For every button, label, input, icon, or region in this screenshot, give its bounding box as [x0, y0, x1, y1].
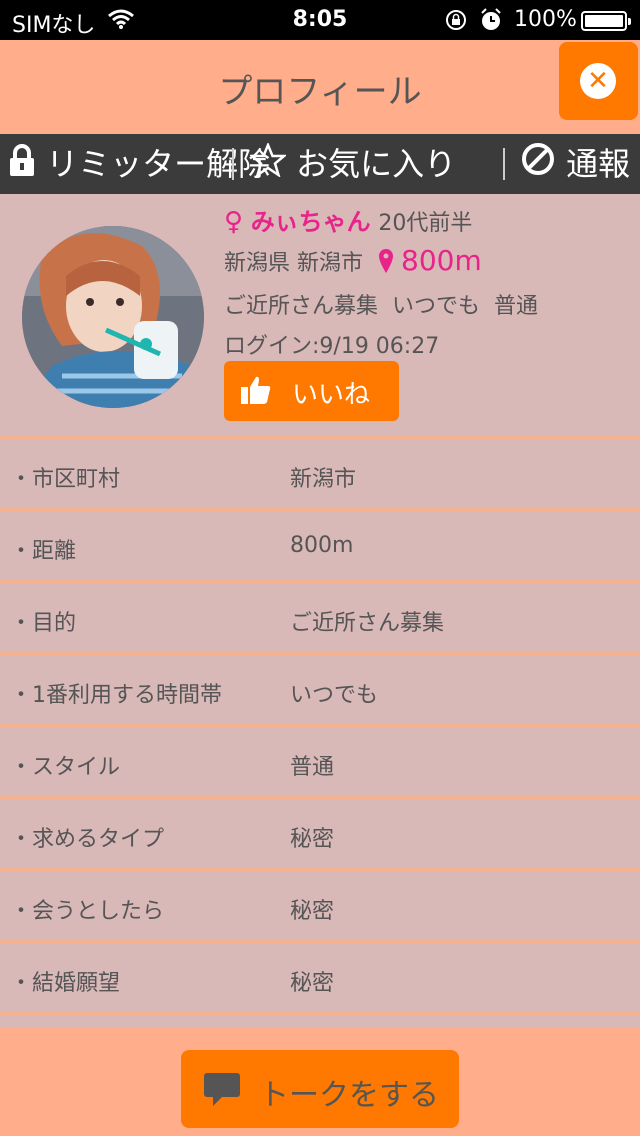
detail-key: ・1番利用する時間帯	[10, 683, 222, 708]
purpose-summary: ご近所さん募集 いつでも 普通	[224, 294, 538, 319]
avatar[interactable]	[22, 226, 204, 408]
detail-row: ・スタイル 普通	[0, 724, 640, 796]
detail-row	[0, 1012, 640, 1026]
detail-value: いつでも	[290, 683, 379, 708]
close-button[interactable]: ✕	[559, 42, 638, 120]
action-bar: リミッター解除 お気に入り 通報	[0, 134, 640, 194]
thumbs-up-icon	[240, 375, 272, 412]
limiter-release-label: リミッター解除	[46, 145, 271, 183]
report-button[interactable]: 通報	[520, 134, 630, 194]
detail-value: 秘密	[290, 971, 335, 996]
profile-summary: ♀ みぃちゃん 20代前半 新潟県 新潟市 800m ご近所さん募集 いつでも …	[0, 194, 640, 436]
user-distance: 800m	[401, 244, 482, 277]
female-icon: ♀	[224, 207, 244, 237]
detail-key: ・目的	[10, 611, 77, 636]
chat-bubble-icon	[203, 1072, 241, 1114]
rotation-lock-icon	[444, 8, 468, 38]
close-icon: ✕	[580, 63, 616, 99]
detail-row: ・1番利用する時間帯 いつでも	[0, 652, 640, 724]
talk-label: トークをする	[259, 1078, 439, 1113]
detail-key: ・結婚願望	[10, 971, 121, 996]
detail-row: ・会うとしたら 秘密	[0, 868, 640, 940]
detail-value: 普通	[290, 755, 335, 780]
like-button[interactable]: いいね	[224, 361, 399, 421]
battery-percent: 100%	[514, 7, 577, 32]
lock-icon	[8, 136, 36, 196]
status-bar: SIMなし 8:05 100%	[0, 0, 640, 40]
detail-row: ・市区町村 新潟市	[0, 436, 640, 508]
prohibited-icon	[520, 136, 556, 196]
detail-key: ・市区町村	[10, 467, 121, 492]
user-location: 新潟県 新潟市	[224, 251, 363, 276]
map-pin-icon	[378, 248, 394, 280]
detail-key: ・会うとしたら	[10, 899, 165, 924]
user-name: みぃちゃん	[250, 208, 371, 236]
favorite-button[interactable]: お気に入り	[248, 134, 457, 196]
page-title: プロフィール	[218, 72, 422, 112]
user-age: 20代前半	[378, 211, 473, 236]
detail-value: 新潟市	[290, 467, 357, 492]
detail-value: ご近所さん募集	[290, 611, 445, 636]
star-icon	[248, 136, 288, 196]
last-login: ログイン:9/19 06:27	[224, 334, 440, 359]
report-label: 通報	[566, 145, 631, 183]
detail-key: ・距離	[10, 539, 77, 564]
detail-row: ・目的 ご近所さん募集	[0, 580, 640, 652]
profile-details: ・市区町村 新潟市 ・距離 800m ・目的 ご近所さん募集 ・1番利用する時間帯 いつでも・…	[0, 436, 640, 1026]
bottom-bar: トークをする	[0, 1028, 640, 1136]
header: プロフィール ✕	[0, 40, 640, 134]
divider	[232, 148, 234, 180]
detail-key: ・スタイル	[10, 755, 121, 780]
detail-row: ・距離 800m	[0, 508, 640, 580]
talk-button[interactable]: トークをする	[181, 1050, 459, 1128]
detail-value: 秘密	[290, 899, 335, 924]
detail-key: ・求めるタイプ	[10, 827, 165, 852]
detail-row: ・結婚願望 秘密	[0, 940, 640, 1012]
limiter-release-button[interactable]: リミッター解除	[8, 134, 270, 194]
detail-row: ・求めるタイプ 秘密	[0, 796, 640, 868]
favorite-label: お気に入り	[296, 145, 457, 183]
detail-value: 秘密	[290, 827, 335, 852]
location-line: 新潟県 新潟市 800m	[224, 244, 482, 280]
name-line: ♀ みぃちゃん 20代前半	[224, 202, 472, 237]
battery-icon	[581, 11, 631, 31]
divider	[503, 148, 505, 180]
like-label: いいね	[292, 380, 371, 410]
detail-value: 800m	[290, 533, 354, 558]
alarm-icon	[480, 8, 502, 38]
